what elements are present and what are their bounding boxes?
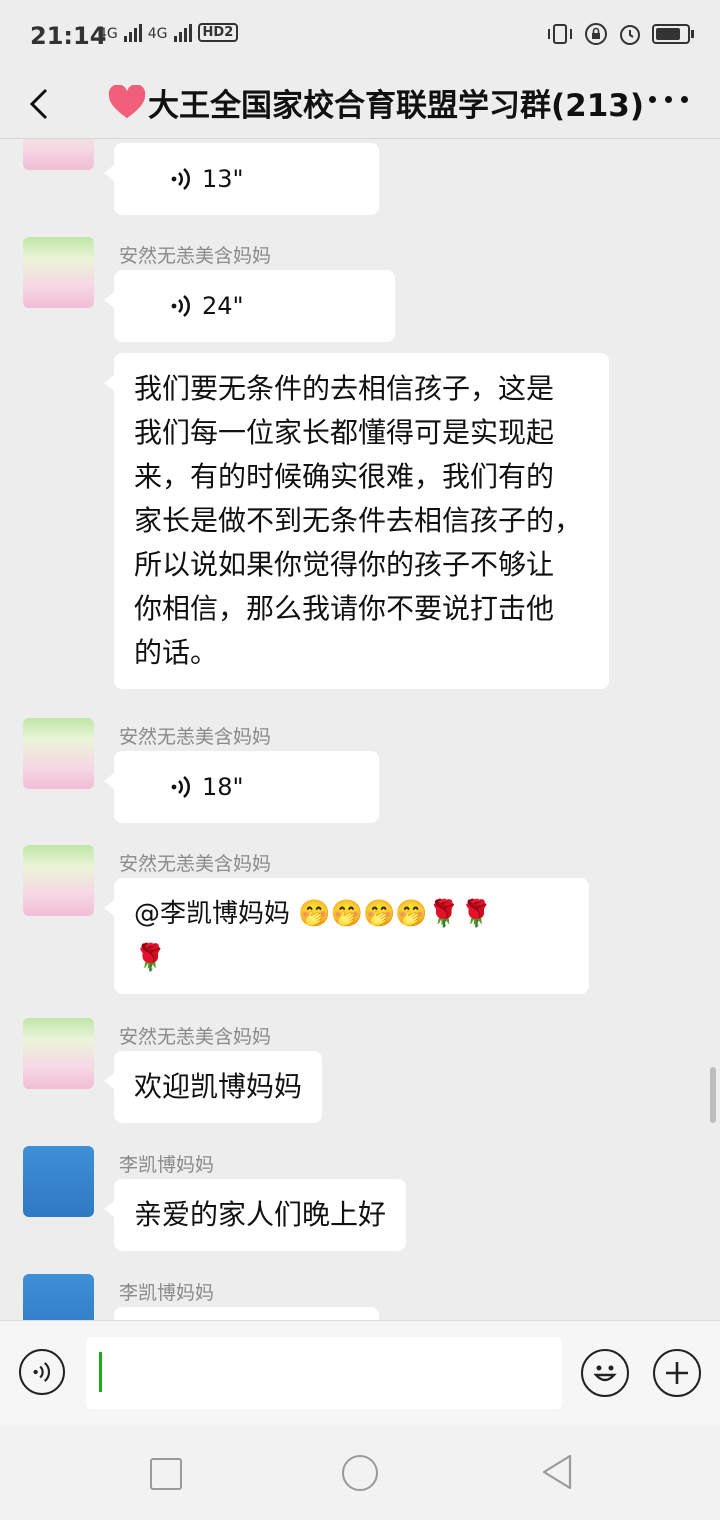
text-bubble[interactable]: @李凯博妈妈 🤭🤭🤭🤭🌹🌹 🌹 <box>104 878 589 994</box>
heart-icon <box>108 84 146 118</box>
message-line: 我们每一位家长都懂得可是实现起 <box>134 416 555 449</box>
avatar[interactable] <box>23 1018 94 1089</box>
chat-title: 大王全国家校合育联盟学习群(213) <box>108 80 644 125</box>
chat-title-text: 大王全国家校合育联盟学习群(213) <box>148 88 645 124</box>
back-arrow-icon[interactable] <box>22 84 62 124</box>
sender-name: 安然无恙美含妈妈 <box>119 853 272 875</box>
text-bubble[interactable]: 我们要无条件的去相信孩子，这是 我们每一位家长都懂得可是实现起 来，有的时候确实… <box>104 353 609 689</box>
network-4g-label: 4G <box>98 26 118 42</box>
status-bar: 21:14 4G 4G HD2 <box>0 0 720 72</box>
avatar[interactable] <box>23 1146 94 1217</box>
message-input[interactable] <box>86 1337 562 1409</box>
sender-name: 安然无恙美含妈妈 <box>119 1026 272 1048</box>
voice-bubble[interactable]: 18" <box>104 751 379 823</box>
message-line: 你相信，那么我请你不要说打击他 <box>134 592 555 625</box>
status-time: 21:14 <box>30 22 107 50</box>
voice-icon[interactable] <box>19 1349 65 1395</box>
sender-name: 安然无恙美含妈妈 <box>119 245 272 267</box>
message-line: 我们要无条件的去相信孩子，这是 <box>134 372 555 405</box>
sender-name: 李凯博妈妈 <box>119 1282 215 1304</box>
avatar[interactable] <box>23 139 94 170</box>
message-line: 所以说如果你觉得你的孩子不够让 <box>134 548 555 581</box>
voice-duration: 18" <box>202 773 244 801</box>
avatar[interactable] <box>23 1274 94 1320</box>
message-text: 欢迎凯博妈妈 <box>134 1070 303 1103</box>
system-back-icon[interactable] <box>540 1453 574 1491</box>
voice-bubble[interactable]: 24" <box>104 270 395 342</box>
voice-duration: 13" <box>202 165 244 193</box>
partial-bubble[interactable] <box>114 1307 379 1320</box>
hd-badge: HD2 <box>197 23 239 42</box>
chat-header: 大王全国家校合育联盟学习群(213) <box>0 72 720 139</box>
recent-apps-icon[interactable] <box>150 1458 182 1490</box>
battery-icon <box>652 24 694 44</box>
text-caret <box>99 1352 102 1392</box>
more-icon[interactable] <box>649 96 688 103</box>
message-list[interactable]: 13" 安然无恙美含妈妈 24" 我们要无条件的去相信孩子，这是 我们每一位家长… <box>0 139 720 1320</box>
voice-duration: 24" <box>202 292 244 320</box>
emoji-icon[interactable] <box>581 1349 629 1397</box>
system-nav-bar <box>0 1425 720 1520</box>
scrollbar[interactable] <box>710 1067 716 1123</box>
message-line: @李凯博妈妈 🤭🤭🤭🤭🌹🌹 <box>134 899 493 929</box>
message-line: 的话。 <box>134 636 219 669</box>
network-indicators: 4G 4G HD2 <box>98 22 239 42</box>
sender-name: 安然无恙美含妈妈 <box>119 726 272 748</box>
avatar[interactable] <box>23 718 94 789</box>
lock-rotation-icon <box>585 23 607 45</box>
text-bubble[interactable]: 亲爱的家人们晚上好 <box>103 1179 407 1251</box>
message-text: 亲爱的家人们晚上好 <box>134 1198 387 1231</box>
input-bar <box>0 1320 720 1425</box>
signal-icon-2 <box>173 22 192 42</box>
message-line: 来，有的时候确实很难，我们有的 <box>134 460 555 493</box>
voice-bubble[interactable]: 13" <box>104 143 379 215</box>
text-bubble[interactable]: 欢迎凯博妈妈 <box>103 1051 323 1123</box>
plus-icon[interactable] <box>653 1349 701 1397</box>
avatar[interactable] <box>23 845 94 916</box>
voice-wave-icon <box>171 168 190 190</box>
voice-wave-icon <box>171 295 190 317</box>
message-line: 🌹 <box>134 943 167 973</box>
home-icon[interactable] <box>342 1455 378 1491</box>
message-line: 家长是做不到无条件去相信孩子的， <box>134 504 583 537</box>
voice-wave-icon <box>171 776 190 798</box>
signal-icon <box>123 22 142 42</box>
network-4g-label-2: 4G <box>147 26 168 42</box>
vibrate-icon <box>548 24 572 44</box>
alarm-icon <box>620 25 640 45</box>
status-icons <box>546 22 694 46</box>
avatar[interactable] <box>23 237 94 308</box>
sender-name: 李凯博妈妈 <box>119 1154 215 1176</box>
